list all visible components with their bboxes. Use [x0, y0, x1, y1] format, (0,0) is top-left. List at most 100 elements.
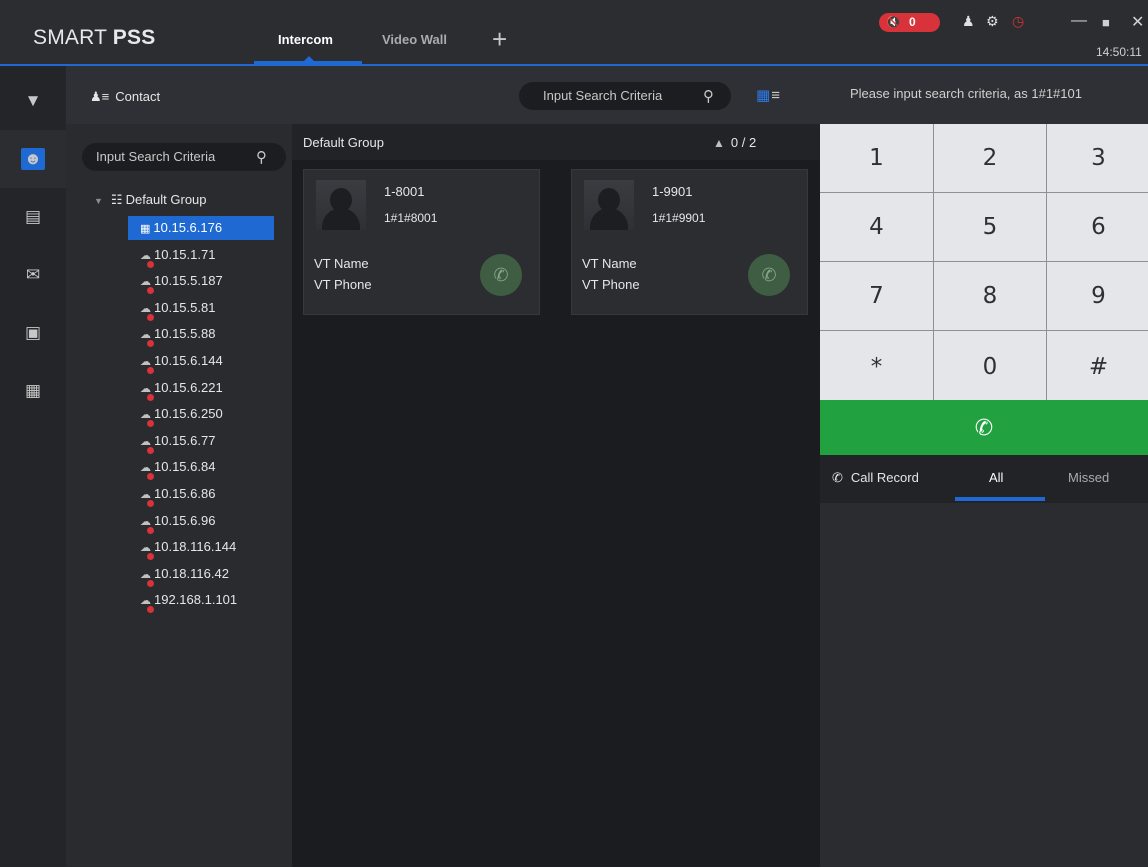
device-offline-icon: ☁ — [140, 536, 154, 561]
dial-number-input[interactable] — [850, 86, 1140, 101]
tree-device-item[interactable]: ☁ 10.15.1.71 — [128, 243, 274, 268]
tree-device-item[interactable]: ▦ 10.15.6.176 — [128, 216, 274, 240]
tree-device-label: 10.15.5.81 — [154, 299, 216, 315]
tree-device-item[interactable]: ☁ 10.15.6.144 — [128, 349, 274, 374]
logo-text-bold: PSS — [112, 26, 156, 49]
group-icon: ☷ — [110, 192, 123, 207]
tree-device-item[interactable]: ☁ 10.15.6.221 — [128, 376, 274, 401]
tree-device-item[interactable]: ☁ 192.168.1.101 — [128, 588, 274, 614]
maximize-icon[interactable]: ■ — [1102, 15, 1110, 30]
tree-root-default-group[interactable]: ▼ ☷ Default Group — [94, 192, 207, 208]
tree-device-label: 10.15.6.250 — [154, 406, 223, 422]
tree-device-item[interactable]: ☁ 10.15.5.81 — [128, 296, 274, 321]
tree-device-label: 10.15.6.144 — [154, 353, 223, 368]
gear-icon[interactable]: ⚙ — [986, 13, 999, 30]
tab-intercom[interactable]: Intercom — [278, 32, 333, 47]
app-logo: SMART PSS — [33, 26, 155, 50]
dial-key[interactable]: # — [1047, 331, 1148, 403]
dial-key[interactable]: 5 — [934, 193, 1046, 261]
dial-key[interactable]: 6 — [1047, 193, 1148, 261]
device-offline-icon: ☁ — [140, 563, 154, 587]
tree-device-item[interactable]: ☁ 10.15.6.250 — [128, 402, 274, 428]
rail-item-announcement[interactable]: ▣ — [0, 304, 66, 362]
vt-phone-label: VT Phone — [582, 277, 640, 292]
dial-key[interactable]: 8 — [934, 262, 1046, 330]
tree-device-item[interactable]: ☁ 10.18.116.144 — [128, 535, 274, 561]
tree-device-item[interactable]: ☁ 10.15.6.86 — [128, 482, 274, 507]
contact-icon: ♟≡ — [90, 89, 110, 104]
door-access-icon: ▤ — [24, 207, 42, 226]
device-offline-icon: ☁ — [140, 377, 154, 401]
tree-device-item[interactable]: ☁ 10.15.5.88 — [128, 322, 274, 348]
call-record-header: ✆ Call Record — [832, 470, 919, 486]
phone-icon: ✆ — [493, 264, 509, 285]
tab-video-wall[interactable]: Video Wall — [382, 32, 447, 47]
group-online-count: ▲ 0 / 2 — [713, 135, 756, 150]
search-icon[interactable]: ⚲ — [703, 87, 714, 105]
contact-id: 1-9901 — [652, 184, 693, 199]
mute-icon: 🔇 — [886, 15, 901, 29]
tree-device-item[interactable]: ☁ 10.15.6.96 — [128, 509, 274, 534]
contact-card[interactable]: 1-8001 1#1#8001 VT Name VT Phone ✆ — [303, 169, 540, 315]
rail-item-live-view[interactable]: ▼ — [0, 72, 66, 130]
card-search-box: ⚲ — [519, 82, 731, 110]
tree-device-label: 10.15.6.77 — [154, 432, 216, 448]
list-view-icon[interactable]: ≡ — [771, 87, 780, 104]
tree-device-item[interactable]: ☁ 10.15.6.84 — [128, 455, 274, 481]
tree-device-label: 10.15.6.96 — [154, 512, 216, 528]
rail-item-contacts[interactable]: ☻ — [0, 130, 66, 188]
view-toggle: ▦≡ — [756, 86, 780, 104]
device-offline-icon: ☁ — [140, 430, 154, 454]
close-icon[interactable]: ✕ — [1131, 12, 1144, 32]
performance-icon[interactable]: ◷ — [1012, 13, 1024, 30]
dial-key[interactable]: 1 — [820, 124, 933, 192]
tree-device-item[interactable]: ☁ 10.15.5.187 — [128, 269, 274, 295]
grid-view-icon[interactable]: ▦ — [756, 87, 770, 104]
device-offline-icon: ☁ — [140, 270, 154, 295]
contact-header: ♟≡ Contact — [90, 89, 160, 105]
tree-search-box: ⚲ — [82, 143, 286, 171]
tree-device-label: 10.18.116.144 — [154, 539, 237, 555]
title-bar — [0, 0, 1148, 66]
expand-arrow-icon[interactable]: ▼ — [94, 196, 103, 206]
dial-key[interactable]: 7 — [820, 262, 933, 330]
module-rail: ▼ ☻ ▤ ✉ ▣ ▦ — [0, 66, 66, 867]
group-title: Default Group — [303, 135, 384, 150]
vt-phone-label: VT Phone — [314, 277, 372, 292]
dial-key[interactable]: 9 — [1047, 262, 1148, 330]
rail-item-messages[interactable]: ✉ — [0, 246, 66, 304]
contact-address: 1#1#9901 — [652, 211, 706, 225]
dial-call-button[interactable]: ✆ — [820, 400, 1148, 455]
add-tab-button[interactable]: + — [492, 26, 507, 52]
rail-item-access[interactable]: ▤ — [0, 188, 66, 246]
dial-key[interactable]: 4 — [820, 193, 933, 261]
tab-missed-calls[interactable]: Missed — [1068, 470, 1109, 485]
vt-name-label: VT Name — [582, 256, 637, 271]
vt-name-label: VT Name — [314, 256, 369, 271]
logo-text-light: SMART — [33, 26, 113, 49]
alarm-badge[interactable]: 🔇 0 — [879, 13, 940, 32]
card-search-input[interactable] — [543, 88, 693, 103]
tree-search-input[interactable] — [96, 149, 246, 164]
minimize-icon[interactable]: — — [1071, 12, 1087, 30]
search-icon[interactable]: ⚲ — [256, 148, 267, 166]
tree-device-label: 192.168.1.101 — [154, 592, 238, 608]
user-icon[interactable]: ♟ — [962, 13, 975, 30]
device-offline-icon: ☁ — [140, 403, 154, 428]
rail-item-building[interactable]: ▦ — [0, 362, 66, 420]
device-offline-icon: ☁ — [140, 323, 154, 348]
contact-card[interactable]: 1-9901 1#1#9901 VT Name VT Phone ✆ — [571, 169, 808, 315]
dial-key[interactable]: 0 — [934, 331, 1046, 403]
dial-key[interactable]: * — [820, 331, 933, 403]
call-button[interactable]: ✆ — [748, 254, 790, 296]
device-offline-icon: ☁ — [140, 510, 154, 534]
tree-device-item[interactable]: ☁ 10.18.116.42 — [128, 562, 274, 587]
tree-device-label: 10.15.6.221 — [154, 379, 223, 395]
dial-key[interactable]: 3 — [1047, 124, 1148, 192]
dial-key[interactable]: 2 — [934, 124, 1046, 192]
call-button[interactable]: ✆ — [480, 254, 522, 296]
tree-root-label: Default Group — [125, 192, 207, 207]
tab-all-calls[interactable]: All — [989, 470, 1003, 485]
contact-card-icon: ☻ — [21, 148, 45, 170]
tree-device-item[interactable]: ☁ 10.15.6.77 — [128, 429, 274, 454]
